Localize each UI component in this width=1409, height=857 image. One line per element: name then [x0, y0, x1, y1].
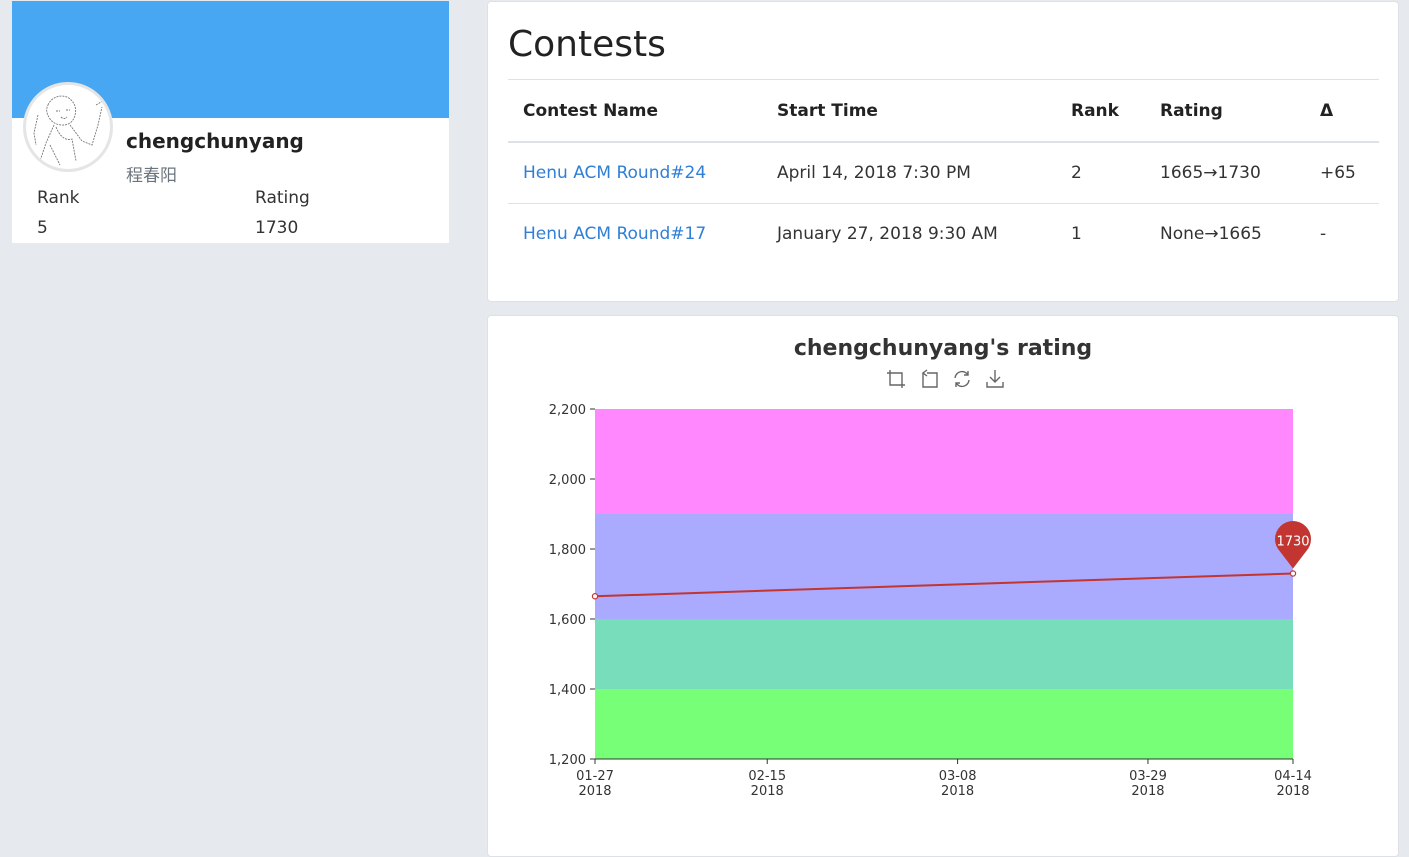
contest-link[interactable]: Henu ACM Round#24 — [523, 163, 706, 183]
rank-value: 5 — [37, 218, 48, 238]
save-image-icon[interactable] — [983, 367, 1007, 391]
contest-rank: 2 — [1056, 142, 1145, 204]
x-tick-label: 2018 — [751, 784, 784, 799]
rating-label: Rating — [255, 188, 310, 208]
profile-card: chengchunyang 程春阳 Rank Rating 5 1730 — [12, 1, 449, 243]
rating-point — [591, 593, 599, 600]
column-header-rating: Rating — [1145, 79, 1305, 143]
rating-band — [595, 409, 1293, 514]
x-tick-label: 02-15 — [748, 769, 786, 784]
y-tick-label: 1,800 — [549, 543, 586, 558]
contest-start-time: April 14, 2018 7:30 PM — [762, 142, 1056, 204]
contests-title: Contests — [508, 24, 666, 65]
contest-delta: +65 — [1305, 142, 1379, 204]
avatar-sketch-image — [33, 95, 107, 166]
zoom-icon[interactable] — [884, 367, 908, 391]
table-row: Henu ACM Round#24 April 14, 2018 7:30 PM… — [508, 142, 1379, 204]
rating-band — [595, 619, 1293, 689]
x-tick-label: 04-14 — [1274, 769, 1312, 784]
x-tick-label: 03-08 — [939, 769, 977, 784]
x-tick-label: 01-27 — [576, 769, 614, 784]
contest-start-time: January 27, 2018 9:30 AM — [777, 224, 998, 244]
rank-label: Rank — [37, 188, 80, 208]
contest-rank: 1 — [1071, 224, 1082, 244]
contest-link[interactable]: Henu ACM Round#17 — [523, 224, 706, 244]
rating-band — [595, 514, 1293, 619]
y-tick-label: 2,000 — [549, 473, 586, 488]
zoom-reset-icon[interactable] — [917, 367, 941, 391]
contest-rating-change: 1665→1730 — [1145, 142, 1305, 204]
y-tick-label: 1,400 — [549, 683, 586, 698]
chart-title: chengchunyang's rating — [793, 336, 1093, 361]
rating-value: 1730 — [255, 218, 299, 238]
contest-delta: - — [1320, 224, 1327, 244]
y-tick-label: 1,200 — [549, 753, 586, 768]
y-tick-label: 2,200 — [549, 403, 586, 418]
chart-toolbox — [884, 367, 1007, 391]
table-header-row: Contest Name Start Time Rank Rating Δ — [508, 79, 1379, 143]
contests-table: Contest Name Start Time Rank Rating Δ He… — [508, 79, 1379, 264]
restore-icon[interactable] — [950, 367, 974, 391]
username: chengchunyang — [126, 129, 304, 153]
y-tick-label: 1,600 — [549, 613, 586, 628]
x-tick-label: 2018 — [941, 784, 974, 799]
rating-chart-card: 1,200 1,400 1,600 1,800 2,000 2,200 01-27 2018 0… — [487, 315, 1399, 857]
x-tick-label: 2018 — [1131, 784, 1164, 799]
column-header-delta: Δ — [1305, 79, 1379, 143]
x-tick-label: 03-29 — [1129, 769, 1167, 784]
real-name: 程春阳 — [126, 166, 177, 186]
column-header-rank: Rank — [1056, 79, 1145, 143]
rating-point — [1289, 570, 1297, 577]
column-header-contest-name: Contest Name — [508, 79, 762, 143]
table-row: Henu ACM Round#17 January 27, 2018 9:30 … — [508, 204, 1379, 265]
max-value-marker-label: 1730 — [1276, 535, 1309, 550]
x-tick-label: 2018 — [1276, 784, 1309, 799]
contest-rating-change: None→1665 — [1160, 224, 1262, 244]
x-tick-label: 2018 — [578, 784, 611, 799]
contests-card: Contests Contest Name Start Time Rank Ra… — [487, 1, 1399, 302]
column-header-start-time: Start Time — [762, 79, 1056, 143]
rating-chart: 1,2001,4001,6001,8002,0002,20001-2720180… — [549, 403, 1312, 799]
rating-band — [595, 689, 1293, 759]
avatar[interactable] — [23, 82, 113, 172]
